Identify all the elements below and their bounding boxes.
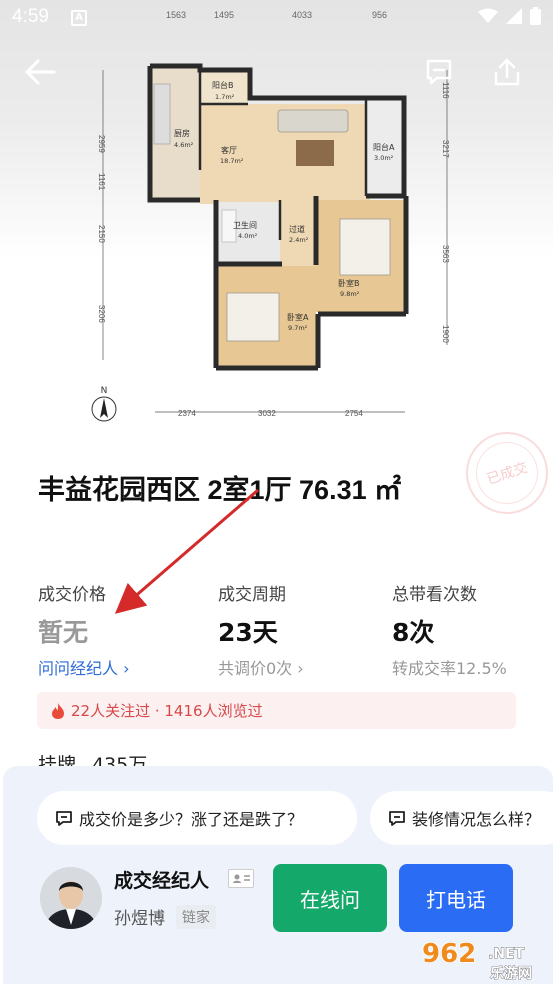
stat-value: 23天 [218,618,278,647]
chevron-right-icon: › [297,659,304,678]
dim-label: 3032 [258,409,276,418]
conversion-rate: 转成交率12.5% [392,659,507,678]
app-notification-icon: A [71,10,87,26]
question-text: 成交价是多少？涨了还是跌了？ [79,810,304,829]
agent-role-title: 成交经纪人 [114,870,210,892]
attention-notice: 22人关注过 · 1416人浏览过 [37,692,516,729]
wifi-icon [478,8,498,23]
room-area: 1.7m² [215,93,235,101]
agent-brand-badge: 链家 [176,905,216,929]
dim-label: 2754 [345,409,363,418]
stat-deal-price: 成交价格 暂无 问问经纪人 › [38,580,130,679]
stat-deal-cycle: 成交周期 23天 共调价0次 › [218,580,304,679]
chevron-right-icon: › [123,659,130,678]
room-area: 4.6m² [174,141,194,149]
chat-question-icon [56,811,72,826]
stat-label: 成交价格 [38,585,106,605]
compass-icon [91,396,117,422]
dim-label: 2959 [97,135,106,153]
watermark-sub: 乐游网 [490,965,532,982]
room-area: 18.7m² [220,157,244,165]
dim-label: 1563 [166,10,187,20]
call-button[interactable]: 打电话 [399,864,513,932]
room-area: 9.8m² [340,290,360,298]
back-button[interactable] [20,52,60,92]
stat-viewings: 总带看次数 8次 转成交率12.5% [392,580,507,679]
agent-name: 孙煜博 [114,909,165,929]
room-name: 卧室A [287,312,309,322]
compass-label: N [100,386,108,396]
ask-agent-label: 问问经纪人 [38,659,119,678]
dim-label: 2374 [178,409,196,418]
dim-label: 1161 [97,173,106,191]
ask-agent-link[interactable]: 问问经纪人 › [38,655,130,679]
chat-question-icon [389,811,405,826]
room-name: 卧室B [338,278,360,288]
dim-label: 1495 [214,10,235,20]
agent-avatar[interactable] [40,867,102,929]
room-name: 客厅 [221,145,237,155]
stat-label: 成交周期 [218,585,286,605]
back-arrow-icon [25,59,56,85]
room-area: 2.4m² [289,236,309,244]
stat-label: 总带看次数 [392,585,477,605]
sold-stamp-text: 已成交 [467,433,547,513]
room-name: 厨房 [174,128,190,138]
question-chip[interactable]: 装修情况怎么样？ [370,791,553,845]
room-area: 9.7m² [288,324,308,332]
question-chip[interactable]: 成交价是多少？涨了还是跌了？ [37,791,357,845]
room-name: 阳台A [373,142,395,152]
flame-icon [52,702,64,719]
stat-value: 暂无 [38,618,89,647]
floorplan-top-dimensions: 1563 1495 4033 956 [150,10,410,24]
watermark-main: 962 [422,939,476,969]
notice-text: 22人关注过 · 1416人浏览过 [71,702,263,720]
floorplan-drawing: 2959 1161 2150 3206 1116 3217 3563 1900 … [97,63,450,418]
dim-label: 956 [372,10,388,20]
signal-icon [506,8,522,24]
dim-label: 2150 [97,225,106,243]
watermark-suffix: .NET [488,946,525,962]
message-button[interactable] [419,52,459,92]
online-ask-button[interactable]: 在线问 [273,864,387,932]
battery-icon [530,7,541,25]
dim-label: 3217 [441,140,450,158]
site-watermark: 962 .NET 乐游网 [421,938,532,982]
business-card-icon[interactable] [228,869,254,888]
agent-photo [40,867,102,929]
listing-title: 丰益花园西区 2室1厅 76.31 ㎡ [38,475,402,505]
price-adjust-label: 共调价0次 [218,659,293,678]
price-adjust-link[interactable]: 共调价0次 › [218,655,304,679]
room-area: 3.0m² [374,154,394,162]
share-button[interactable] [487,52,527,92]
room-name: 阳台B [212,80,234,90]
status-time: 4:59 [12,6,49,27]
stat-value: 8次 [392,618,435,647]
room-name: 卫生间 [233,220,257,230]
status-icons [478,7,541,25]
room-area: 4.0m² [238,232,258,240]
question-text: 装修情况怎么样？ [412,810,541,829]
compass: N [91,386,117,426]
message-icon [426,59,452,85]
id-card-icon [233,874,250,883]
dim-label: 3206 [97,305,106,323]
room-name: 过道 [289,224,305,234]
dim-label: 3563 [441,245,450,263]
dim-label: 1900 [441,325,450,343]
dim-label: 4033 [292,10,313,20]
share-icon [494,58,520,86]
